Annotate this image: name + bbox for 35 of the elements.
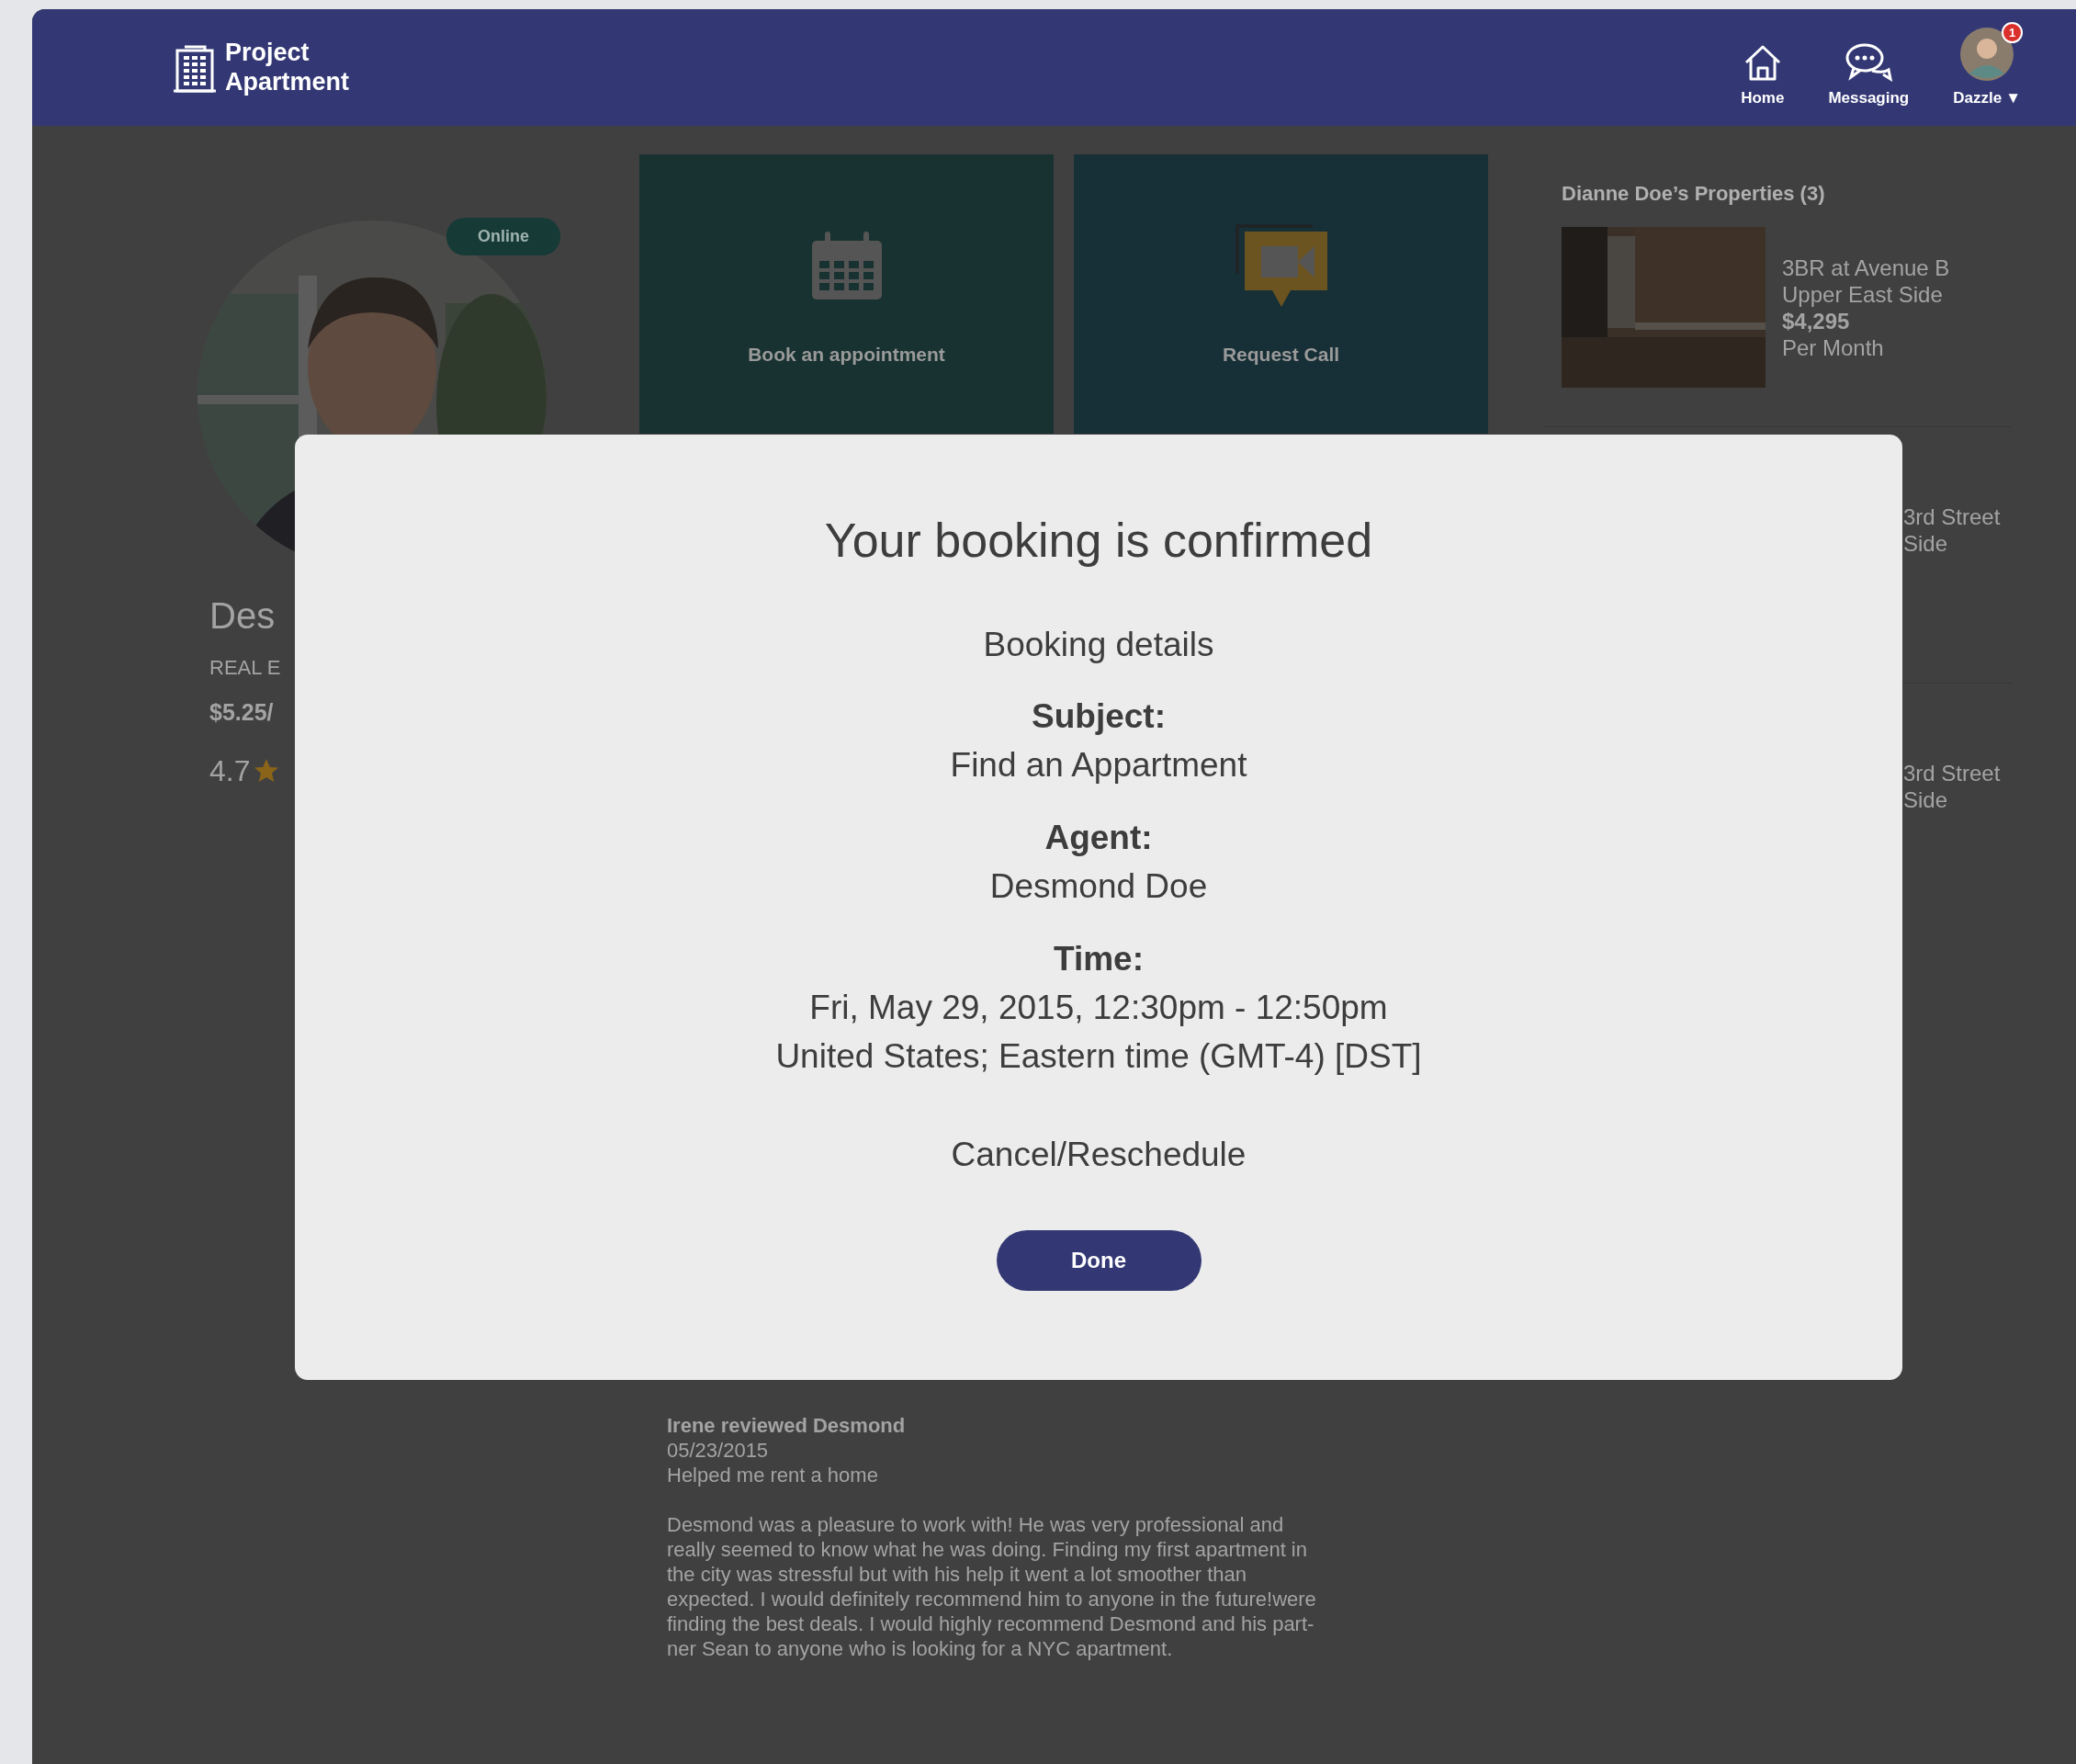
property-details: 3rd Street Side bbox=[1903, 760, 2001, 814]
nav-link[interactable]: Home bbox=[1741, 85, 1785, 110]
cancel-reschedule-link[interactable]: Cancel/Reschedule bbox=[951, 1136, 1247, 1173]
field-value: United States; Eastern time (GMT-4) [DST] bbox=[774, 1036, 1423, 1077]
field-value: Desmond Doe bbox=[988, 866, 1209, 907]
done-button[interactable]: Done bbox=[996, 1230, 1202, 1291]
caret-icon: ▼ bbox=[2005, 85, 2021, 110]
review-author: Irene reviewed Desmond bbox=[667, 1413, 907, 1438]
field-label: Agent: bbox=[1044, 818, 1154, 858]
user-menu[interactable]: Dazzle bbox=[1953, 85, 2003, 110]
status-badge: Online bbox=[446, 218, 560, 255]
logo-text[interactable]: Project Apartment bbox=[225, 39, 354, 96]
review-headline: Helped me rent a home bbox=[667, 1463, 879, 1487]
book-appointment-button[interactable]: Book an appointment bbox=[639, 154, 1054, 434]
request-call-button[interactable]: Request Call bbox=[1074, 154, 1488, 434]
star-icon bbox=[254, 757, 280, 784]
property-details: 3BR at Avenue B Upper East Side $4,295 Per Month bbox=[1782, 254, 1950, 361]
field-value: Fri, May 29, 2015, 12:30pm - 12:50pm bbox=[808, 988, 1389, 1028]
avatar[interactable] bbox=[1958, 25, 2016, 83]
agent-title: REAL E bbox=[209, 655, 282, 681]
agent-name: Des bbox=[209, 594, 276, 638]
nav-link[interactable]: Messaging bbox=[1828, 85, 1910, 110]
field-label: Subject: bbox=[1031, 696, 1167, 737]
review-date: 05/23/2015 bbox=[667, 1438, 770, 1463]
section-title: Dianne Doe’s Properties (3) bbox=[1562, 181, 1826, 207]
chat-icon[interactable] bbox=[1845, 41, 1893, 83]
notification-badge: 1 bbox=[2001, 21, 2024, 43]
review-text: Desmond was a pleasure to work with! He was very professional and really seemed to know what he was doing. Finding my first apartment in the city was stressful but with his help it went a lot smoother than expected. I would definitely recommend him to anyone in the future!were finding the best deals. I would highly recommend Desmond and his part- ner Sean to anyone who is looking for a NYC apartment. bbox=[667, 1512, 1317, 1661]
dialog-subtitle: Booking details bbox=[982, 625, 1215, 665]
rating-value: 4.7 bbox=[209, 752, 251, 789]
agent-rate: $5.25/ bbox=[209, 698, 275, 727]
field-value: Find an Appartment bbox=[949, 745, 1248, 786]
field-label: Time: bbox=[1053, 939, 1145, 979]
dialog-title: Your booking is confirmed bbox=[823, 513, 1374, 569]
property-details: 3rd Street Side bbox=[1903, 503, 2001, 558]
